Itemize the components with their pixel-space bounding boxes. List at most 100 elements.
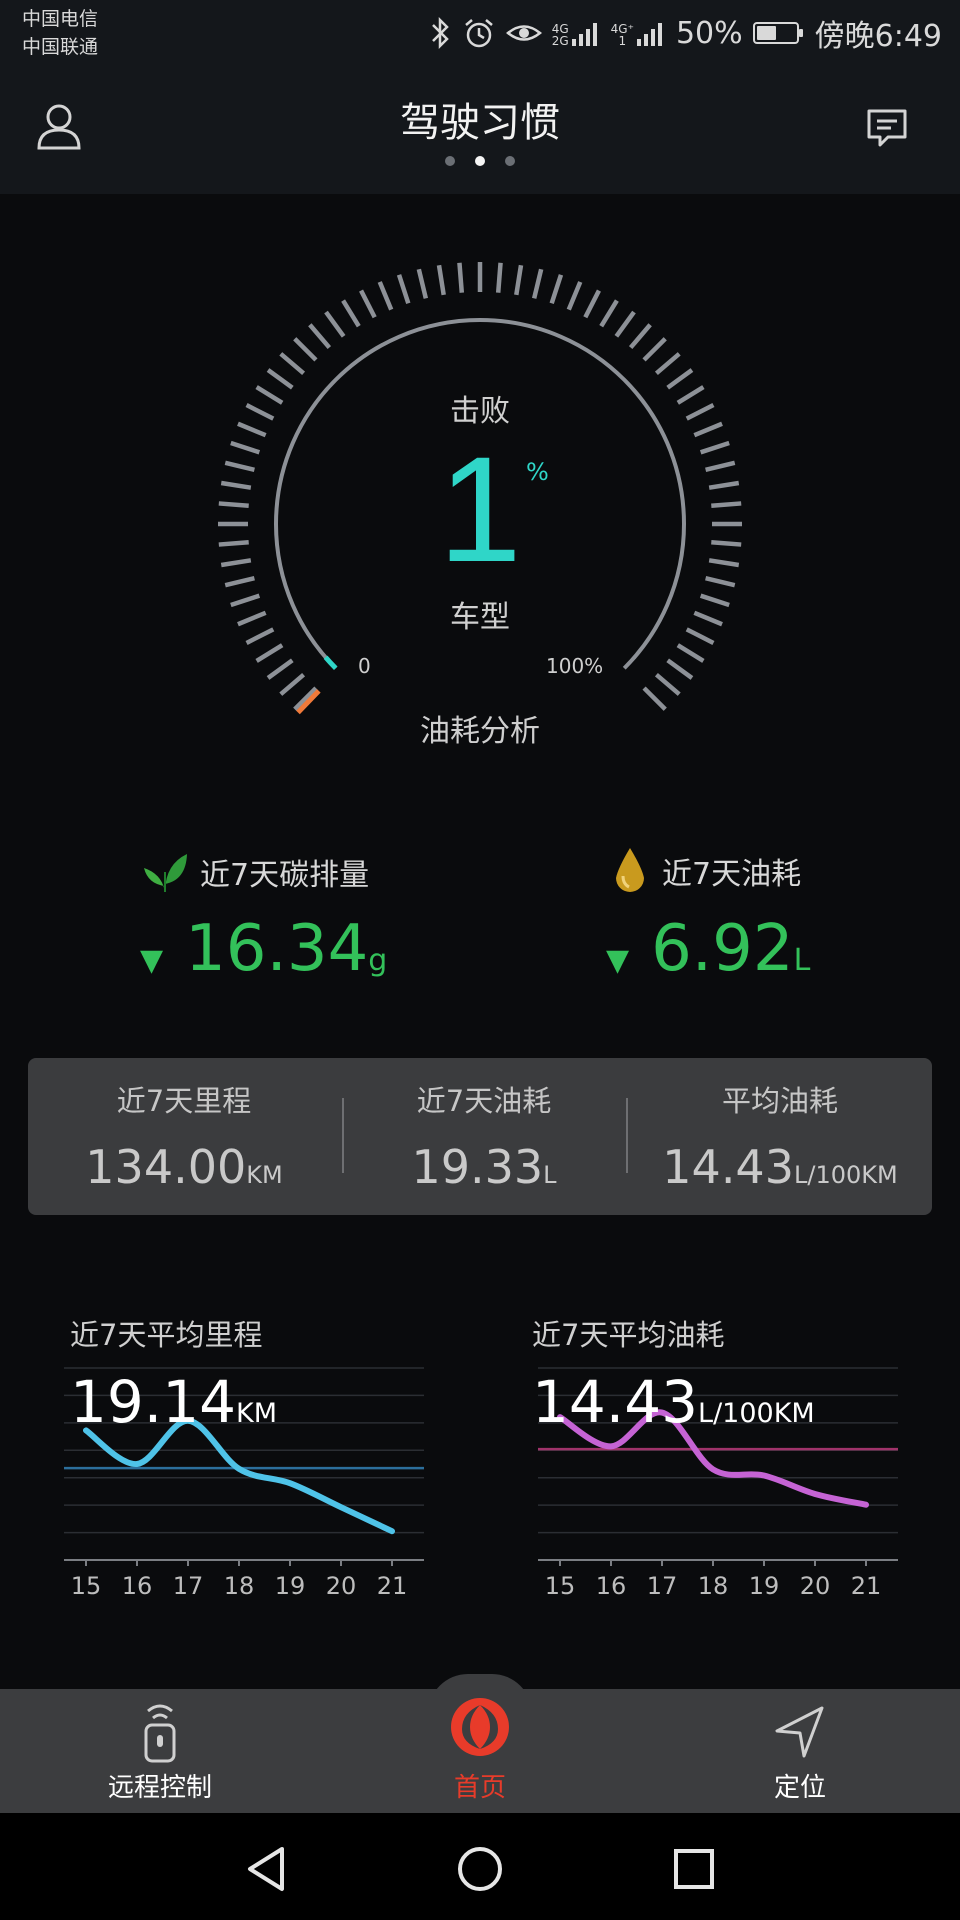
battery-icon [752, 22, 803, 44]
gauge-tick [666, 368, 694, 390]
gauge-top-label: 击败 [450, 394, 510, 429]
gauge-tick [255, 643, 284, 663]
gauge-tick [279, 352, 306, 376]
mileage-chart-unit: KM [236, 1398, 278, 1429]
leaf-icon [144, 854, 187, 892]
gauge-tick [245, 403, 275, 421]
carbon-stat-header: 近7天碳排量 [140, 850, 369, 894]
navigation-arrow-icon [775, 1706, 824, 1758]
gauge-tick [685, 627, 715, 645]
summary-fuel: 近7天油耗 19.33L [344, 1058, 624, 1215]
bottom-nav: 远程控制 首页 定位 [0, 1689, 960, 1813]
system-nav-bar [0, 1813, 960, 1920]
gauge-tick [220, 480, 252, 490]
nav-location[interactable]: 定位 [640, 1689, 960, 1813]
gauge-tick [676, 385, 705, 405]
nav-home-label: 首页 [453, 1773, 506, 1803]
fuel-trend-down-icon: ▼ [606, 943, 630, 978]
summary-avg: 平均油耗 14.43L/100KM [628, 1058, 932, 1215]
carbon-trend-down-icon: ▼ [140, 943, 164, 978]
chart-tick-label: 17 [647, 1572, 678, 1600]
summary-avg-unit: L/100KM [793, 1161, 898, 1189]
nav-home[interactable]: 首页 [320, 1689, 640, 1813]
network-2-bottom: 1 [618, 34, 627, 48]
signal-bars-1 [571, 23, 597, 46]
gauge-tick [614, 310, 636, 338]
gauge-value: 1 [438, 425, 522, 593]
gauge-tick [705, 575, 736, 588]
gauge-tick [218, 501, 249, 509]
carbon-stat: ▼ 16.34g [140, 912, 387, 986]
status-bar: 中国电信 中国联通 4G 2G 4G⁺ 1 50% 傍晚6:49 [0, 0, 960, 68]
status-icons: 4G 2G 4G⁺ 1 50% 傍晚6:49 [430, 8, 942, 58]
carrier-1: 中国电信 [22, 8, 99, 30]
fuel-chart-title: 近7天平均油耗 [532, 1318, 725, 1352]
battery-level [756, 26, 776, 40]
carbon-label: 近7天碳排量 [200, 858, 370, 893]
battery-percent: 50% [675, 15, 743, 51]
gauge-tick [685, 403, 715, 421]
fuel-unit: L [793, 943, 811, 978]
chart-tick-label: 17 [173, 1572, 204, 1600]
gauge-tick [341, 299, 361, 328]
gauge-tick [654, 352, 681, 376]
chart-tick-label: 15 [545, 1572, 576, 1600]
gauge-tick [708, 558, 740, 568]
fuel-chart-value: 14.43 [532, 1368, 699, 1436]
app-header: 驾驶习惯 [0, 68, 960, 194]
gauge-tick [628, 323, 652, 350]
gauge-tick [666, 658, 694, 680]
gauge-tick [224, 460, 255, 473]
gauge-tick [495, 262, 503, 293]
fuel-value: 6.92 [651, 912, 794, 986]
gauge-bottom-label: 车型 [450, 600, 510, 635]
gauge-tick [514, 264, 524, 296]
back-icon[interactable] [244, 1845, 288, 1893]
summary-avg-label: 平均油耗 [721, 1084, 838, 1118]
gauge-tick [396, 274, 411, 305]
gauge-tick [255, 385, 284, 405]
message-icon[interactable] [866, 108, 908, 148]
gauge-tick [237, 610, 267, 627]
chart-tick-label: 15 [71, 1572, 102, 1600]
summary-mileage-label: 近7天里程 [116, 1084, 252, 1118]
carbon-value: 16.34 [185, 912, 369, 986]
page-indicator [0, 156, 960, 166]
page-dot [505, 156, 515, 166]
gauge-tick [642, 337, 667, 362]
recents-icon[interactable] [672, 1847, 716, 1891]
gauge-tick [583, 289, 601, 319]
chart-tick-label: 21 [377, 1572, 408, 1600]
gauge-tick [293, 337, 318, 362]
oil-drop-icon [616, 848, 644, 892]
gauge-tick [436, 264, 446, 296]
chart-series-line [83, 1417, 395, 1535]
clock: 傍晚6:49 [814, 19, 942, 54]
gauge-progress-arc [323, 655, 338, 671]
home-icon[interactable] [456, 1845, 504, 1893]
summary-fuel-label: 近7天油耗 [416, 1084, 552, 1118]
summary-mileage-unit: KM [246, 1161, 283, 1189]
gauge-tick [642, 686, 667, 711]
chart-tick-label: 20 [800, 1572, 831, 1600]
gauge-tick [693, 610, 723, 627]
dongfeng-logo-icon [451, 1698, 509, 1756]
summary-card: 近7天里程 134.00KM 近7天油耗 19.33L 平均油耗 14.43L/… [28, 1058, 932, 1215]
chart-tick-label: 16 [122, 1572, 153, 1600]
eye-comfort-icon [505, 25, 542, 41]
fuel-chart-unit: L/100KM [698, 1398, 815, 1429]
chart-tick-label: 21 [851, 1572, 882, 1600]
nav-remote-control[interactable]: 远程控制 [0, 1689, 320, 1813]
gauge-tick [220, 558, 252, 568]
gauge-tick [324, 310, 346, 338]
chart-tick-label: 18 [224, 1572, 255, 1600]
gauge-caption: 油耗分析 [420, 714, 540, 749]
gauge-tick [654, 672, 681, 696]
summary-fuel-unit: L [543, 1161, 557, 1189]
fuel-stat-header: 近7天油耗 [612, 846, 801, 896]
fuel-gauge: 击败 1 % 车型 0 100% 油耗分析 [0, 194, 960, 774]
gauge-tick [457, 262, 465, 293]
carrier-2: 中国联通 [22, 36, 99, 58]
gauge-max-label: 100% [546, 654, 604, 678]
fuel-chart-readout: 14.43L/100KM [532, 1368, 815, 1436]
